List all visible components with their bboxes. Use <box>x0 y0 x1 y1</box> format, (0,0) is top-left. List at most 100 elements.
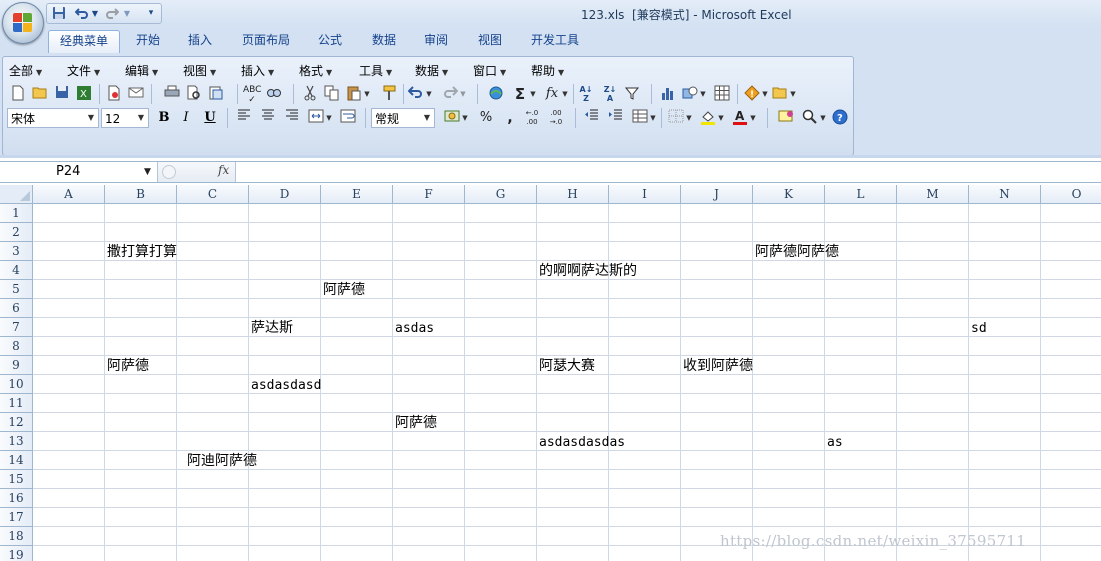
cell-d10[interactable]: asdasdasd <box>249 376 321 395</box>
align-left-icon[interactable] <box>235 109 253 127</box>
comment-icon[interactable] <box>777 109 795 127</box>
save-icon[interactable] <box>51 6 67 21</box>
column-header-k[interactable]: K <box>753 185 825 204</box>
cell-e5[interactable]: 阿萨德 <box>321 281 365 300</box>
formula-input[interactable] <box>238 162 1098 182</box>
paste-icon[interactable] <box>345 85 363 103</box>
menu-file[interactable]: 文件 ▼ <box>67 63 100 81</box>
function-icon[interactable]: fx <box>543 85 561 103</box>
column-header-c[interactable]: C <box>177 185 249 204</box>
row-header-12[interactable]: 12 <box>0 413 33 432</box>
cell-style-dropdown-icon[interactable]: ▼ <box>649 109 657 127</box>
row-header-14[interactable]: 14 <box>0 451 33 470</box>
accounting-format-icon[interactable] <box>443 109 461 127</box>
cell-k3[interactable]: 阿萨德阿萨德 <box>753 243 839 262</box>
autosum-dropdown-icon[interactable]: ▼ <box>529 85 537 103</box>
row-header-19[interactable]: 19 <box>0 546 33 561</box>
merge-center-icon[interactable] <box>307 109 325 127</box>
redo-icon[interactable] <box>103 6 121 21</box>
tab-data[interactable]: 数据 <box>364 30 404 52</box>
row-header-15[interactable]: 15 <box>0 470 33 489</box>
row-header-5[interactable]: 5 <box>0 280 33 299</box>
column-header-e[interactable]: E <box>321 185 393 204</box>
menu-window[interactable]: 窗口 ▼ <box>473 63 506 81</box>
column-header-h[interactable]: H <box>537 185 609 204</box>
column-header-m[interactable]: M <box>897 185 969 204</box>
row-header-10[interactable]: 10 <box>0 375 33 394</box>
save-icon[interactable] <box>53 85 71 103</box>
macro-icon[interactable]: ! <box>743 85 761 103</box>
cell-b3[interactable]: 撒打算打算 <box>105 243 177 262</box>
menu-insert[interactable]: 插入 ▼ <box>241 63 274 81</box>
open-folder-icon[interactable] <box>31 85 49 103</box>
cell-h9[interactable]: 阿瑟大赛 <box>537 357 595 376</box>
increase-indent-icon[interactable] <box>607 109 625 127</box>
spelling-icon[interactable]: ABC ✓ <box>243 85 261 105</box>
redo-dropdown-icon[interactable]: ▼ <box>123 6 131 21</box>
fill-color-icon[interactable] <box>699 109 717 127</box>
cell-h4[interactable]: 的啊啊萨达斯的 <box>537 262 637 281</box>
comma-style-button[interactable]: , <box>501 109 519 127</box>
copy-icon[interactable] <box>323 85 341 103</box>
row-header-17[interactable]: 17 <box>0 508 33 527</box>
column-header-l[interactable]: L <box>825 185 897 204</box>
drawing-dropdown-icon[interactable]: ▼ <box>699 85 707 103</box>
row-header-18[interactable]: 18 <box>0 527 33 546</box>
folder-icon[interactable] <box>771 85 789 103</box>
column-header-i[interactable]: I <box>609 185 681 204</box>
menu-view[interactable]: 视图 ▼ <box>183 63 216 81</box>
italic-button[interactable]: I <box>177 109 195 127</box>
tab-formulas[interactable]: 公式 <box>310 30 350 52</box>
font-size-select[interactable]: 12 ▼ <box>101 108 149 128</box>
row-header-2[interactable]: 2 <box>0 223 33 242</box>
cut-icon[interactable] <box>301 85 319 103</box>
drawing-icon[interactable] <box>681 85 699 103</box>
format-painter-icon[interactable] <box>381 85 399 103</box>
tab-view[interactable]: 视图 <box>470 30 510 52</box>
column-header-g[interactable]: G <box>465 185 537 204</box>
cell-h13[interactable]: asdasdasdas <box>537 433 625 452</box>
permission-icon[interactable] <box>105 85 123 103</box>
chevron-down-icon[interactable]: ▼ <box>144 162 151 182</box>
tab-classic-menu[interactable]: 经典菜单 <box>48 30 120 53</box>
decrease-decimal-icon[interactable]: .00 →.0 <box>547 109 565 127</box>
percent-button[interactable]: % <box>477 109 495 127</box>
increase-decimal-icon[interactable]: ←.0.00 <box>523 109 541 127</box>
undo-icon[interactable] <box>407 85 425 103</box>
row-header-4[interactable]: 4 <box>0 261 33 280</box>
accounting-dropdown-icon[interactable]: ▼ <box>461 109 469 127</box>
borders-icon[interactable] <box>667 109 685 127</box>
row-header-3[interactable]: 3 <box>0 242 33 261</box>
row-header-8[interactable]: 8 <box>0 337 33 356</box>
menu-help[interactable]: 帮助 ▼ <box>531 63 564 81</box>
merge-dropdown-icon[interactable]: ▼ <box>325 109 333 127</box>
select-all-button[interactable] <box>0 185 33 204</box>
grid-toggle-icon[interactable] <box>713 85 731 103</box>
menu-format[interactable]: 格式 ▼ <box>299 63 332 81</box>
new-file-icon[interactable] <box>9 85 27 103</box>
font-color-icon[interactable]: A <box>731 109 749 127</box>
wrap-text-icon[interactable] <box>339 109 357 127</box>
email-icon[interactable] <box>127 85 145 103</box>
borders-dropdown-icon[interactable]: ▼ <box>685 109 693 127</box>
customize-qat-icon[interactable]: ▾ <box>146 6 156 21</box>
column-header-n[interactable]: N <box>969 185 1041 204</box>
redo-icon[interactable] <box>441 85 459 103</box>
font-name-select[interactable]: 宋体 ▼ <box>7 108 99 128</box>
fill-color-dropdown-icon[interactable]: ▼ <box>717 109 725 127</box>
autosum-icon[interactable]: Σ <box>511 85 529 103</box>
tab-developer[interactable]: 开发工具 <box>524 30 586 52</box>
menu-data[interactable]: 数据 ▼ <box>415 63 448 81</box>
column-header-o[interactable]: O <box>1041 185 1101 204</box>
menu-tools[interactable]: 工具 ▼ <box>359 63 392 81</box>
cell-j9[interactable]: 收到阿萨德 <box>681 357 753 376</box>
expand-icon[interactable] <box>162 165 176 179</box>
column-header-b[interactable]: B <box>105 185 177 204</box>
chart-icon[interactable] <box>659 85 677 103</box>
row-header-13[interactable]: 13 <box>0 432 33 451</box>
tab-review[interactable]: 审阅 <box>416 30 456 52</box>
align-right-icon[interactable] <box>283 109 301 127</box>
cell-n7[interactable]: sd <box>969 319 987 338</box>
undo-dropdown-icon[interactable]: ▼ <box>425 85 433 103</box>
cell-f7[interactable]: asdas <box>393 319 434 338</box>
